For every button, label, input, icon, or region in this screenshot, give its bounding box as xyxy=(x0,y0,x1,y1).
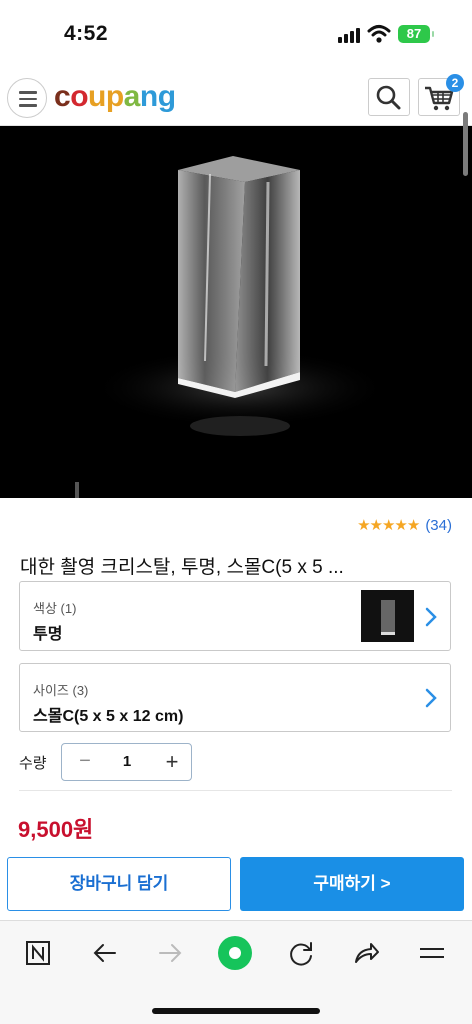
share-icon[interactable] xyxy=(349,936,383,970)
color-option-value: 투명 xyxy=(33,626,63,643)
logo-letter: u xyxy=(88,80,106,113)
quantity-increase-button[interactable]: + xyxy=(157,744,187,779)
product-rating[interactable]: ★★★★★ (34) xyxy=(357,516,452,535)
color-option-thumbnail xyxy=(361,590,414,642)
quantity-stepper: − 1 + xyxy=(61,743,192,781)
battery-indicator: 87 xyxy=(398,25,434,43)
naver-n-icon[interactable] xyxy=(22,936,56,970)
wifi-icon xyxy=(367,25,391,43)
search-button[interactable] xyxy=(368,78,410,116)
size-option-value: 스몰C(5 x 5 x 12 cm) xyxy=(33,708,184,725)
logo-letter: a xyxy=(123,80,141,113)
page-scrollbar[interactable] xyxy=(463,112,468,176)
back-arrow-icon[interactable] xyxy=(88,936,122,970)
size-option-label: 사이즈 (3) xyxy=(33,683,89,698)
rating-stars-icon: ★★★★★ xyxy=(357,517,420,534)
home-indicator[interactable] xyxy=(152,1008,320,1014)
forward-arrow-icon[interactable] xyxy=(153,936,187,970)
green-dot-icon[interactable] xyxy=(216,934,254,972)
product-title: 대한 촬영 크리스탈, 투명, 스몰C(5 x 5 ... xyxy=(20,557,344,578)
chevron-right-icon xyxy=(425,688,437,708)
divider xyxy=(19,790,452,791)
status-bar: 4:52 87 xyxy=(0,0,472,70)
quantity-value[interactable]: 1 xyxy=(107,744,147,779)
chevron-right-icon xyxy=(425,607,437,627)
add-to-cart-button[interactable]: 장바구니 담기 xyxy=(7,857,231,911)
logo-letter: g xyxy=(157,80,176,113)
quantity-decrease-button[interactable]: − xyxy=(70,744,100,779)
status-time: 4:52 xyxy=(64,22,109,45)
search-icon xyxy=(376,85,401,110)
crystal-block-image xyxy=(75,156,390,498)
buy-now-button[interactable]: 구매하기 > xyxy=(240,857,464,911)
app-header: coupang xyxy=(0,70,472,126)
quantity-label: 수량 xyxy=(19,755,47,772)
logo-letter: c xyxy=(54,80,71,113)
review-count[interactable]: (34) xyxy=(425,517,452,534)
size-option-selector[interactable]: 사이즈 (3) 스몰C(5 x 5 x 12 cm) xyxy=(19,663,451,732)
reload-icon[interactable] xyxy=(284,936,318,970)
coupang-logo[interactable]: coupang xyxy=(54,80,176,114)
color-option-selector[interactable]: 색상 (1) 투명 xyxy=(19,581,451,651)
logo-letter: p xyxy=(105,80,124,113)
logo-letter: o xyxy=(70,80,89,113)
product-image[interactable] xyxy=(0,126,472,498)
menu-button[interactable] xyxy=(7,78,47,118)
menu-lines-icon[interactable] xyxy=(415,936,449,970)
cart-count-badge: 2 xyxy=(446,74,464,92)
color-option-label: 색상 (1) xyxy=(33,601,77,616)
logo-letter: n xyxy=(139,80,158,113)
product-price: 9,500원 xyxy=(18,817,94,842)
cellular-signal-icon xyxy=(338,27,362,43)
